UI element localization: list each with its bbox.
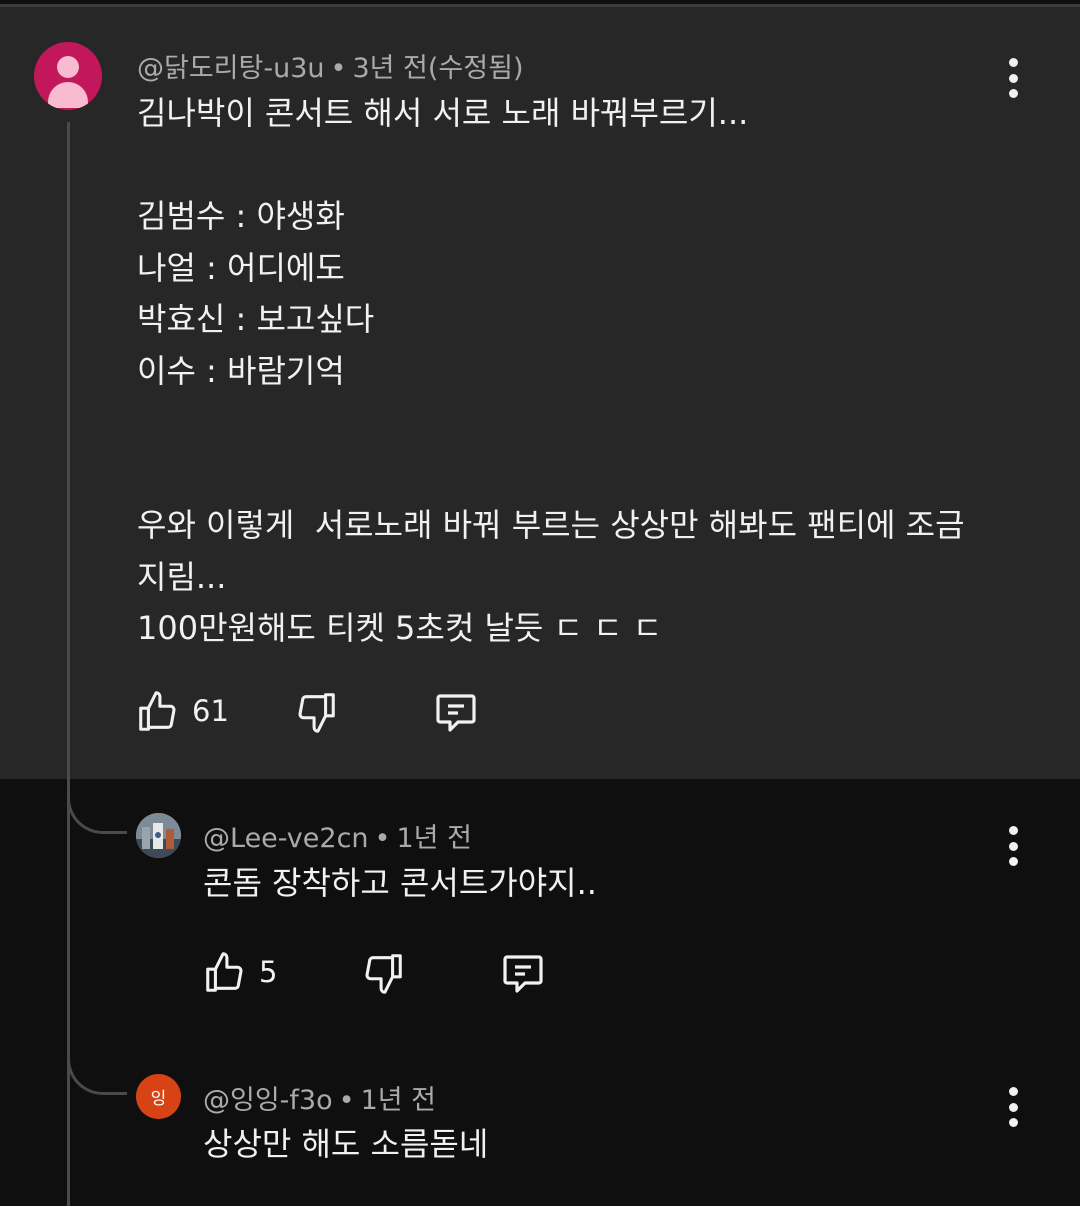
person-icon bbox=[57, 56, 79, 78]
comment-text: 김나박이 콘서트 해서 서로 노래 바꿔부르기... 김범수 : 야생화 나얼 … bbox=[137, 94, 965, 647]
reply-time: 1년 전 bbox=[396, 823, 472, 854]
comment-meta: @닭도리탕-u3u • 3년 전(수정됨) bbox=[137, 53, 524, 84]
thread-line bbox=[67, 122, 70, 1206]
reply-time: 1년 전 bbox=[360, 1085, 437, 1116]
like-count: 61 bbox=[192, 694, 229, 728]
comment-author[interactable]: @닭도리탕-u3u bbox=[137, 53, 325, 84]
reply-icon bbox=[436, 694, 476, 732]
thumbs-up-icon bbox=[139, 691, 176, 731]
avatar[interactable] bbox=[136, 813, 181, 858]
reply-meta: @Lee-ve2cn • 1년 전 bbox=[203, 823, 472, 854]
reply-text: 상상만 해도 소름돋네 bbox=[203, 1125, 489, 1163]
thread-connector bbox=[67, 784, 127, 834]
reply-text: 콘돔 장착하고 콘서트가야지.. bbox=[203, 864, 597, 902]
avatar[interactable] bbox=[34, 42, 102, 110]
more-vert-icon[interactable] bbox=[998, 1087, 1028, 1127]
reply-button[interactable] bbox=[498, 949, 548, 1001]
thumbs-down-icon bbox=[365, 954, 402, 994]
more-vert-icon[interactable] bbox=[998, 826, 1028, 866]
thumbs-down-icon bbox=[298, 693, 335, 733]
reply-button[interactable] bbox=[431, 688, 481, 740]
reply-author[interactable]: @잉잉-f3o bbox=[203, 1085, 333, 1116]
comment-time: 3년 전(수정됨) bbox=[352, 53, 524, 84]
photo-avatar bbox=[136, 813, 181, 858]
avatar[interactable]: 잉 bbox=[136, 1074, 181, 1119]
reply-meta: @잉잉-f3o • 1년 전 bbox=[203, 1085, 437, 1116]
reply-author[interactable]: @Lee-ve2cn bbox=[203, 823, 369, 854]
comment-actions: 61 bbox=[135, 688, 495, 738]
thumbs-up-icon bbox=[206, 952, 243, 992]
reply-icon bbox=[503, 955, 543, 993]
like-button[interactable] bbox=[202, 949, 248, 1001]
dislike-button[interactable] bbox=[360, 949, 406, 1001]
more-vert-icon[interactable] bbox=[998, 58, 1028, 98]
thread-connector bbox=[67, 1045, 127, 1095]
like-count: 5 bbox=[259, 955, 278, 989]
reply-actions: 5 bbox=[202, 949, 562, 999]
like-button[interactable] bbox=[135, 688, 181, 740]
dislike-button[interactable] bbox=[293, 688, 339, 740]
